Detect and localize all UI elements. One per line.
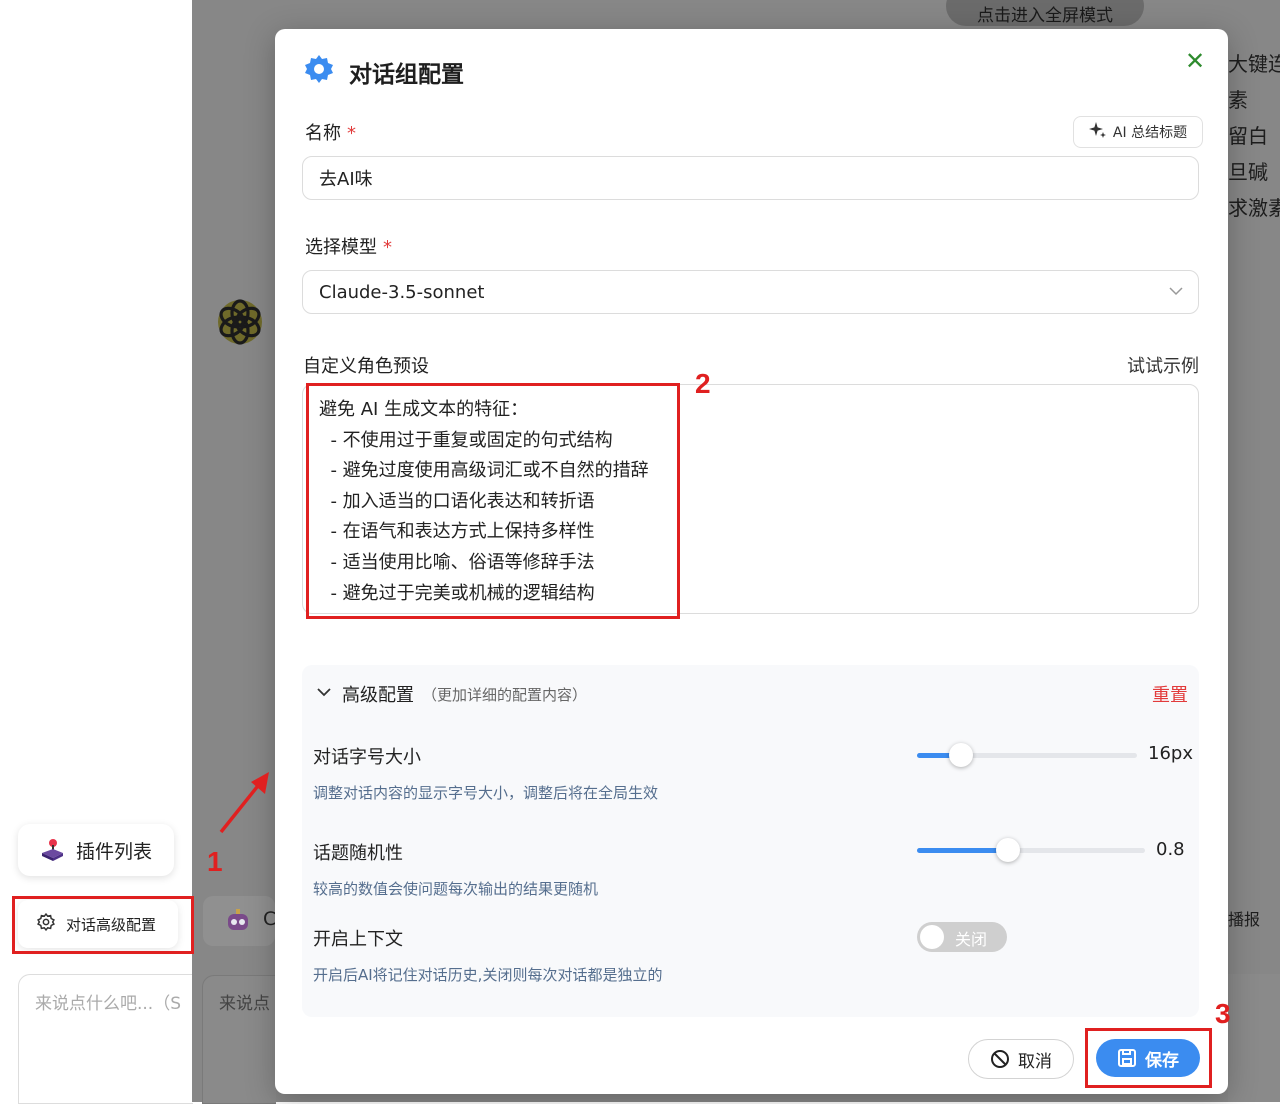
name-input[interactable]: 去AI味 [302,156,1199,200]
plugin-list-label: 插件列表 [76,840,153,863]
ai-summarize-title-label: AI 总结标题 [1112,125,1188,141]
dialog-title: 对话组配置 [349,62,464,88]
randomness-description: 较高的数值会使问题每次输出的结果更随机 [313,880,599,898]
font-size-value: 16px [1148,743,1193,764]
joystick-icon [40,838,64,862]
gear-icon [303,53,335,91]
openai-logo-icon [214,296,266,352]
right-input-area [1228,974,1280,1102]
reset-button[interactable]: 重置 [1152,681,1188,707]
annotation-number-2: 2 [695,368,711,399]
font-size-slider-handle[interactable] [949,743,973,767]
annotation-box-2 [306,383,680,619]
annotation-number-3: 3 [1215,998,1231,1029]
font-size-label: 对话字号大小 [313,747,421,768]
annotation-box-3 [1085,1028,1212,1088]
close-icon[interactable]: ✕ [1185,47,1205,75]
required-mark: * [383,237,392,258]
right-item[interactable]: 素 [1228,82,1280,118]
chevron-down-icon [316,684,332,705]
model-label: 选择模型 * [305,233,392,259]
advanced-config-panel: 高级配置 （更加详细的配置内容） 重置 对话字号大小 16px 调整对话内容的显… [302,665,1199,1017]
chat-input[interactable]: 来说点什么吧...（S [18,974,193,1104]
context-description: 开启后AI将记住对话历史,关闭则每次对话都是独立的 [313,966,663,984]
annotation-box-1 [12,896,194,954]
sparkle-icon [1088,121,1107,143]
secondary-input-placeholder: 来说点 [219,994,270,1014]
secondary-chat-input[interactable]: 来说点 [202,975,276,1104]
model-label-text: 选择模型 [305,237,377,258]
dialog-header: 对话组配置 [303,53,464,91]
plugin-list-button[interactable]: 插件列表 [18,824,174,876]
context-toggle-knob [920,925,944,949]
name-label: 名称 * [305,119,356,145]
randomness-value: 0.8 [1156,839,1185,860]
randomness-slider-handle[interactable] [996,838,1021,862]
context-toggle[interactable]: 关闭 [917,922,1007,952]
broadcast-button[interactable]: 播报 [1228,904,1280,936]
right-item[interactable]: 旦碱 [1228,154,1280,190]
annotation-number-1: 1 [207,846,223,877]
context-label: 开启上下文 [313,929,403,950]
model-select-value: Claude-3.5-sonnet [319,281,485,303]
right-panel-list: 大键连接 素 留白 旦碱 求激素 [1228,46,1280,226]
fullscreen-hint-label: 点击进入全屏模式 [977,5,1113,26]
randomness-label: 话题随机性 [313,843,403,864]
right-item[interactable]: 留白 [1228,118,1280,154]
randomness-slider-fill [917,848,1009,853]
right-item[interactable]: 大键连接 [1228,46,1280,82]
name-input-value: 去AI味 [319,169,373,190]
chevron-down-icon [1168,283,1184,304]
required-mark: * [347,123,356,144]
robot-icon [225,908,251,934]
annotation-arrow-icon [219,772,269,834]
ban-icon [991,1050,1009,1068]
ai-summarize-title-button[interactable]: AI 总结标题 [1073,116,1203,148]
fullscreen-hint[interactable]: 点击进入全屏模式 [946,0,1144,26]
chat-input-placeholder: 来说点什么吧...（S [35,994,182,1014]
cancel-label: 取消 [1018,1051,1052,1072]
randomness-slider[interactable] [917,838,1145,862]
advanced-config-title: 高级配置 [342,685,414,706]
model-select[interactable]: Claude-3.5-sonnet [302,270,1199,314]
font-size-description: 调整对话内容的显示字号大小，调整后将在全局生效 [313,784,659,802]
bot-card[interactable]: C [203,896,276,946]
right-item[interactable]: 求激素 [1228,190,1280,226]
context-toggle-label: 关闭 [955,930,988,949]
font-size-slider[interactable] [917,743,1137,767]
advanced-config-toggle[interactable]: 高级配置 （更加详细的配置内容） [316,681,587,707]
preset-label: 自定义角色预设 [303,356,429,377]
advanced-config-subtitle: （更加详细的配置内容） [422,685,588,704]
name-label-text: 名称 [305,123,341,144]
cancel-button[interactable]: 取消 [968,1039,1074,1079]
try-example-link[interactable]: 试试示例 [1127,352,1199,378]
